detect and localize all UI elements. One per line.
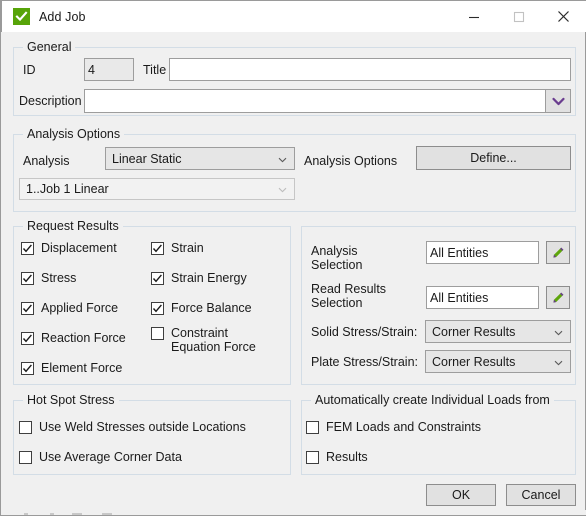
description-label: Description (19, 94, 82, 108)
checkbox-strain[interactable]: Strain (151, 241, 204, 255)
checkbox-box[interactable] (21, 242, 34, 255)
plate-stress-strain-value: Corner Results (432, 354, 516, 369)
id-field[interactable]: 4 (84, 58, 134, 81)
analysis-options-label: Analysis Options (304, 154, 398, 168)
close-icon[interactable] (541, 1, 586, 32)
checkbox-box[interactable] (306, 451, 319, 464)
checkbox-box[interactable] (151, 327, 164, 340)
checkbox-box[interactable] (306, 421, 319, 434)
checkbox-fem-loads-and-constraints[interactable]: FEM Loads and Constraints (306, 420, 481, 434)
checkbox-element-force[interactable]: Element Force (21, 361, 122, 375)
pencil-icon[interactable] (546, 241, 570, 264)
analysis-selection-label: Analysis Selection (311, 244, 363, 272)
maximize-icon[interactable] (496, 1, 541, 32)
checkbox-label: Force Balance (171, 301, 252, 315)
checkbox-box[interactable] (151, 242, 164, 255)
chevron-down-icon (278, 182, 287, 196)
pencil-icon[interactable] (546, 286, 570, 309)
analysis-options-group-label: Analysis Options (23, 127, 125, 141)
checkbox-stress[interactable]: Stress (21, 271, 76, 285)
analysis-type-value: Linear Static (112, 151, 182, 166)
ok-button[interactable]: OK (426, 484, 496, 506)
checkbox-label: Applied Force (41, 301, 119, 315)
job-select[interactable]: 1..Job 1 Linear (19, 178, 295, 200)
read-results-selection-field[interactable]: All Entities (426, 286, 539, 309)
solid-stress-strain-value: Corner Results (432, 324, 516, 339)
solid-stress-strain-select[interactable]: Corner Results (425, 320, 571, 343)
cancel-button[interactable]: Cancel (506, 484, 576, 506)
request-results-group-label: Request Results (23, 219, 123, 233)
define-button[interactable]: Define... (416, 146, 571, 170)
chevron-down-icon (278, 152, 287, 166)
chevron-down-icon (554, 325, 563, 339)
analysis-selection-field[interactable]: All Entities (426, 241, 539, 264)
checkbox-label: Use Weld Stresses outside Locations (39, 420, 246, 434)
checkbox-label: Strain Energy (171, 271, 247, 285)
individual-loads-group-label: Automatically create Individual Loads fr… (311, 393, 554, 407)
checkbox-box[interactable] (21, 332, 34, 345)
solid-stress-strain-label: Solid Stress/Strain: (311, 325, 418, 339)
chevron-down-icon[interactable] (545, 90, 570, 112)
checkbox-label: Displacement (41, 241, 117, 255)
add-job-dialog: Add Job General ID 4 Title Description A… (0, 0, 586, 516)
title-bar: Add Job (1, 0, 586, 32)
plate-stress-strain-select[interactable]: Corner Results (425, 350, 571, 373)
checkbox-label: Stress (41, 271, 77, 285)
job-value: 1..Job 1 Linear (26, 182, 109, 196)
checkbox-box[interactable] (19, 421, 32, 434)
analysis-label: Analysis (23, 154, 70, 168)
checkbox-label: Use Average Corner Data (39, 450, 182, 464)
checkbox-displacement[interactable]: Displacement (21, 241, 117, 255)
checkbox-box[interactable] (151, 302, 164, 315)
checkbox-strain-energy[interactable]: Strain Energy (151, 271, 247, 285)
checkbox-results[interactable]: Results (306, 450, 368, 464)
checkbox-force-balance[interactable]: Force Balance (151, 301, 252, 315)
checkbox-box[interactable] (21, 362, 34, 375)
checkbox-reaction-force[interactable]: Reaction Force (21, 331, 126, 345)
checkbox-use-weld-stresses[interactable]: Use Weld Stresses outside Locations (19, 420, 246, 434)
plate-stress-strain-label: Plate Stress/Strain: (311, 355, 418, 369)
checkbox-label: FEM Loads and Constraints (326, 420, 481, 434)
hot-spot-stress-group-label: Hot Spot Stress (23, 393, 119, 407)
id-label: ID (23, 63, 36, 77)
minimize-icon[interactable] (451, 1, 496, 32)
analysis-type-select[interactable]: Linear Static (105, 147, 295, 170)
chevron-down-icon (554, 355, 563, 369)
title-input[interactable] (169, 58, 571, 81)
checkbox-label: Reaction Force (41, 331, 126, 345)
checkbox-box[interactable] (151, 272, 164, 285)
checkbox-use-average-corner-data[interactable]: Use Average Corner Data (19, 450, 182, 464)
background-window-sliver (2, 510, 586, 515)
title-label: Title (143, 63, 167, 77)
checkbox-applied-force[interactable]: Applied Force (21, 301, 118, 315)
checkbox-box[interactable] (19, 451, 32, 464)
check-icon (13, 8, 30, 25)
checkbox-constraint-equation-force[interactable]: Constraint Equation Force (151, 326, 276, 354)
general-group-label: General (23, 40, 76, 54)
checkbox-label: Strain (171, 241, 204, 255)
window-controls (451, 1, 586, 32)
description-input[interactable] (85, 90, 545, 112)
checkbox-label: Results (326, 450, 368, 464)
checkbox-label: Element Force (41, 361, 123, 375)
checkbox-box[interactable] (21, 302, 34, 315)
description-combobox[interactable] (84, 89, 571, 113)
checkbox-box[interactable] (21, 272, 34, 285)
window-title: Add Job (39, 9, 86, 24)
checkbox-label: Constraint Equation Force (171, 326, 256, 354)
read-results-selection-label: Read Results Selection (311, 282, 387, 310)
